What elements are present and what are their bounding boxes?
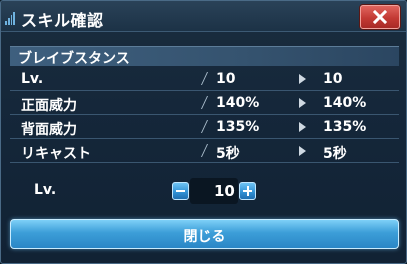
skill-confirm-dialog: スキル確認 ブレイブスタンス Lv. 10 10 正面威力 140% 140% … <box>0 0 407 264</box>
close-x-icon <box>373 10 387 24</box>
level-value: 10 <box>214 182 235 200</box>
stat-current-value: 5秒 <box>216 146 240 162</box>
stat-row-recast: リキャスト 5秒 5秒 <box>10 139 399 163</box>
dialog-title: スキル確認 <box>21 11 104 30</box>
stat-label: リキャスト <box>21 146 91 162</box>
divider-slash <box>200 144 209 157</box>
divider-slash <box>200 96 209 109</box>
stat-current-value: 135% <box>216 119 260 135</box>
arrow-right-icon <box>299 122 306 132</box>
stat-label: 背面威力 <box>21 122 77 138</box>
signal-bars-icon <box>5 7 15 25</box>
skill-name: ブレイブスタンス <box>18 51 130 67</box>
stat-row-back-power: 背面威力 135% 135% <box>10 115 399 139</box>
arrow-right-icon <box>299 74 306 84</box>
close-dialog-button[interactable]: 閉じる <box>10 219 399 249</box>
close-button[interactable] <box>360 5 400 29</box>
stat-current-value: 140% <box>216 95 260 111</box>
close-dialog-label: 閉じる <box>183 229 226 245</box>
stat-label: 正面威力 <box>21 98 77 114</box>
divider-slash <box>200 120 209 133</box>
arrow-right-icon <box>299 98 306 108</box>
stat-row-front-power: 正面威力 140% 140% <box>10 91 399 115</box>
level-selector-label: Lv. <box>34 182 57 198</box>
stat-next-value: 140% <box>323 95 367 111</box>
level-decrement-button[interactable] <box>172 182 189 200</box>
stat-current-value: 10 <box>216 71 236 87</box>
arrow-right-icon <box>299 146 306 156</box>
stat-next-value: 135% <box>323 119 367 135</box>
skill-name-header: ブレイブスタンス <box>10 47 399 67</box>
stat-next-value: 5秒 <box>323 146 347 162</box>
level-increment-button[interactable] <box>239 182 256 200</box>
minus-icon <box>176 190 185 192</box>
stat-next-value: 10 <box>323 71 343 87</box>
stat-label: Lv. <box>21 71 44 87</box>
divider-slash <box>200 72 209 85</box>
stat-row-level: Lv. 10 10 <box>10 67 399 91</box>
dialog-titlebar: スキル確認 <box>1 1 406 32</box>
